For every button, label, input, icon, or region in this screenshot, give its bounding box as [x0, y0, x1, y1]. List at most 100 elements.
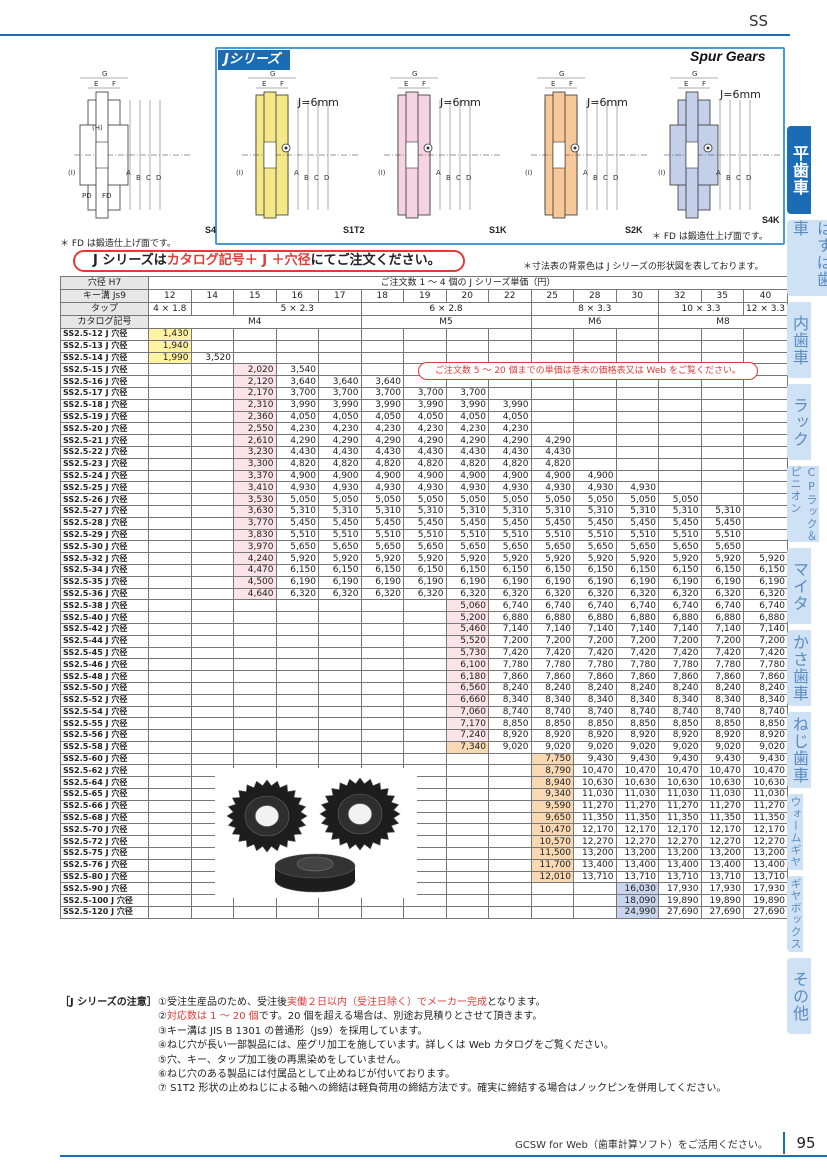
catalog-number: SS2.5-62 J 穴径: [60, 764, 149, 778]
dim-label: D: [746, 174, 751, 182]
price-cell: 8,740: [742, 705, 789, 719]
catalog-number: SS2.5-18 J 穴径: [60, 398, 149, 412]
empty-cell: [148, 752, 192, 766]
price-cell: 8,920: [742, 729, 789, 742]
price-cell: 27,690: [700, 906, 744, 919]
price-cell: 6,150: [318, 563, 362, 577]
price-cell: 7,780: [573, 658, 617, 672]
side-tab-2[interactable]: 内歯車: [787, 302, 811, 378]
side-tab-5[interactable]: マイタ: [787, 548, 811, 624]
price-cell: 8,850: [615, 717, 659, 731]
price-cell: 5,920: [573, 552, 617, 565]
price-cell: 4,290: [275, 434, 319, 447]
empty-cell: [658, 398, 702, 412]
catalog-number: SS2.5-19 J 穴径: [60, 410, 149, 424]
price-cell: 4,230: [445, 422, 489, 436]
price-cell: 3,640: [360, 375, 404, 388]
side-tab-9[interactable]: ギヤボックス: [787, 876, 803, 952]
empty-cell: [488, 799, 532, 813]
price-cell: 5,920: [615, 552, 659, 565]
side-tab-4[interactable]: CPラック＆ピニオン: [787, 466, 819, 542]
table-row: SS2.5-60 J 穴径 7,750 9,430 9,430 9,430 9,430 9,…: [60, 752, 789, 766]
empty-cell: [190, 563, 234, 577]
price-cell: 5,200: [445, 611, 489, 624]
side-tab-0[interactable]: 平歯車: [787, 126, 811, 214]
catalog-number: SS2.5-120 J 穴径: [60, 906, 149, 919]
empty-cell: [148, 516, 192, 530]
table-row: SS2.5-42 J 穴径 5,460 7,140 7,140 7,140 7,140 7,…: [60, 622, 789, 636]
empty-cell: [742, 457, 789, 471]
price-cell: 10,470: [742, 764, 789, 778]
price-cell: 2,020: [233, 363, 277, 377]
price-cell: 6,320: [700, 587, 744, 601]
price-cell: 7,240: [445, 729, 489, 742]
price-cell: 5,510: [700, 528, 744, 542]
side-tab-7[interactable]: ねじ歯車: [787, 712, 811, 788]
price-cell: 5,450: [615, 516, 659, 530]
empty-cell: [233, 351, 277, 365]
price-cell: 8,340: [658, 693, 702, 707]
empty-cell: [742, 540, 789, 554]
empty-cell: [148, 776, 192, 790]
price-cell: 6,880: [700, 611, 744, 624]
empty-cell: [488, 328, 532, 341]
empty-cell: [233, 599, 277, 613]
tap-cell: M5: [360, 315, 532, 329]
price-cell: 4,930: [403, 481, 447, 495]
empty-cell: [318, 328, 362, 341]
table-header-row: カタログ記号 M4 M5 M6 M8: [60, 315, 789, 329]
price-cell: 7,140: [742, 622, 789, 636]
price-cell: 19,890: [700, 894, 744, 908]
empty-cell: [700, 410, 744, 424]
side-tab-8[interactable]: ウォームギヤ: [787, 794, 803, 870]
empty-cell: [148, 764, 192, 778]
price-cell: 2,550: [233, 422, 277, 436]
price-cell: 7,420: [742, 646, 789, 660]
empty-cell: [233, 611, 277, 624]
empty-cell: [190, 410, 234, 424]
table-row: SS2.5-19 J 穴径 2,360 4,050 4,050 4,050 4,050 4,…: [60, 410, 789, 424]
dim-label: G: [102, 70, 107, 78]
empty-cell: [742, 504, 789, 518]
empty-cell: [403, 906, 447, 919]
drawing-label: S1K: [489, 225, 507, 235]
price-cell: 4,820: [488, 457, 532, 471]
catalog-number: SS2.5-13 J 穴径: [60, 339, 149, 353]
empty-cell: [190, 422, 234, 436]
gear-photo-image: [226, 777, 401, 893]
empty-cell: [148, 670, 192, 683]
side-tabs: 平歯車はすば歯車内歯車ラック CPラック＆ピニオン マイタかさ歯車ねじ歯車ウォームギ…: [787, 126, 827, 1040]
empty-cell: [700, 457, 744, 471]
catalog-number: SS2.5-66 J 穴径: [60, 799, 149, 813]
empty-cell: [615, 398, 659, 412]
side-tab-10[interactable]: その他: [787, 958, 811, 1034]
price-cell: 11,350: [658, 811, 702, 825]
empty-cell: [148, 835, 192, 849]
caution-item: ⑤穴、キー、タップ加工後の再黒染めをしていません。: [158, 1054, 726, 1068]
price-cell: 8,920: [573, 729, 617, 742]
price-cell: 5,510: [318, 528, 362, 542]
price-cell: 12,270: [700, 835, 744, 849]
dim-label: E: [684, 80, 688, 88]
dim-label: C: [603, 174, 608, 182]
price-cell: 4,230: [360, 422, 404, 436]
side-tab-6[interactable]: かさ歯車: [787, 630, 811, 706]
catalog-number: SS2.5-32 J 穴径: [60, 552, 149, 565]
price-cell: 3,990: [445, 398, 489, 412]
price-cell: 6,880: [573, 611, 617, 624]
caution-highlight: 対応数は 1 ～ 20 個: [166, 1011, 259, 1023]
catalog-number: SS2.5-90 J 穴径: [60, 882, 149, 896]
empty-cell: [190, 469, 234, 483]
price-cell: 5,920: [318, 552, 362, 565]
price-cell: 3,540: [275, 363, 319, 377]
empty-cell: [233, 705, 277, 719]
catalog-number: SS2.5-54 J 穴径: [60, 705, 149, 719]
price-cell: 4,430: [403, 445, 447, 459]
side-tab-1[interactable]: はすば歯車: [787, 220, 827, 296]
empty-cell: [148, 375, 192, 388]
empty-cell: [530, 882, 574, 896]
keyway-cell: 12 × 3.3: [742, 302, 789, 316]
side-tab-3[interactable]: ラック: [787, 384, 811, 460]
empty-cell: [403, 339, 447, 353]
dim-label: FD: [102, 192, 111, 200]
